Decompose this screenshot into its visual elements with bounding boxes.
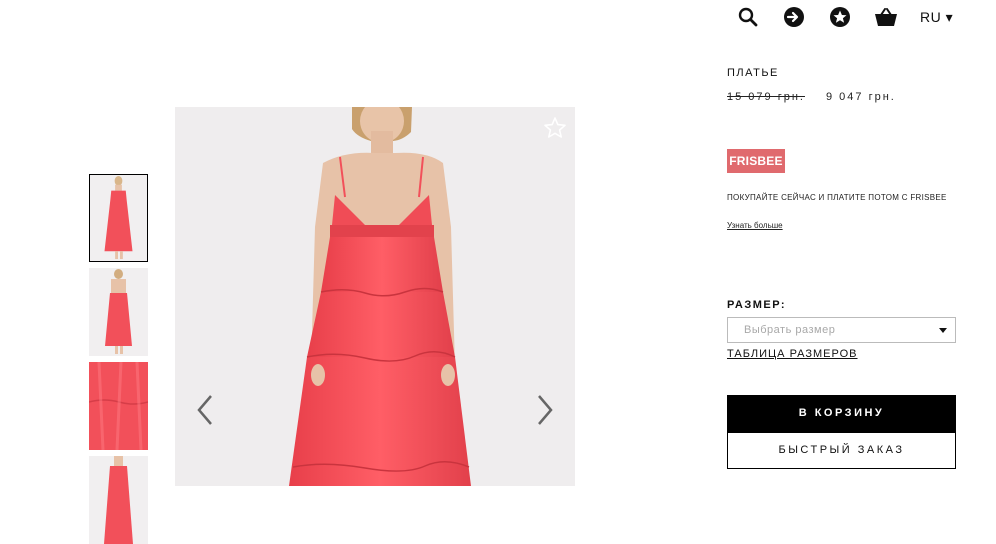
size-label: РАЗМЕР: [727, 299, 787, 311]
language-selector[interactable]: RU ▾ [920, 9, 953, 26]
add-to-cart-button[interactable]: В КОРЗИНУ [727, 395, 956, 432]
login-arrow-icon[interactable] [783, 6, 805, 28]
add-to-favorites-star-icon[interactable] [543, 116, 567, 140]
old-price: 15 079 грн. [727, 91, 805, 103]
product-category: ПЛАТЬЕ [727, 67, 779, 79]
search-icon[interactable] [737, 6, 759, 28]
previous-image-arrow-icon[interactable] [195, 394, 217, 426]
chevron-down-icon [939, 328, 947, 333]
basket-icon[interactable] [874, 6, 898, 28]
main-product-image [175, 107, 575, 486]
quick-order-button[interactable]: БЫСТРЫЙ ЗАКАЗ [727, 432, 956, 469]
thumbnail-front[interactable] [89, 174, 148, 262]
frisbee-badge: FRISBEE [727, 149, 785, 173]
thumbnail-front-2[interactable] [89, 456, 148, 544]
thumbnail-back[interactable] [89, 268, 148, 356]
learn-more-link[interactable]: Узнать больше [727, 221, 783, 230]
size-table-link[interactable]: ТАБЛИЦА РАЗМЕРОВ [727, 348, 858, 360]
next-image-arrow-icon[interactable] [533, 394, 555, 426]
favorites-star-icon[interactable] [829, 6, 851, 28]
frisbee-promo-text: ПОКУПАЙТЕ СЕЙЧАС И ПЛАТИТЕ ПОТОМ С FRISB… [727, 193, 947, 202]
size-select[interactable]: Выбрать размер [727, 317, 956, 343]
thumbnail-fabric-detail[interactable] [89, 362, 148, 450]
sale-price: 9 047 грн. [826, 91, 896, 103]
size-select-placeholder: Выбрать размер [744, 324, 836, 336]
